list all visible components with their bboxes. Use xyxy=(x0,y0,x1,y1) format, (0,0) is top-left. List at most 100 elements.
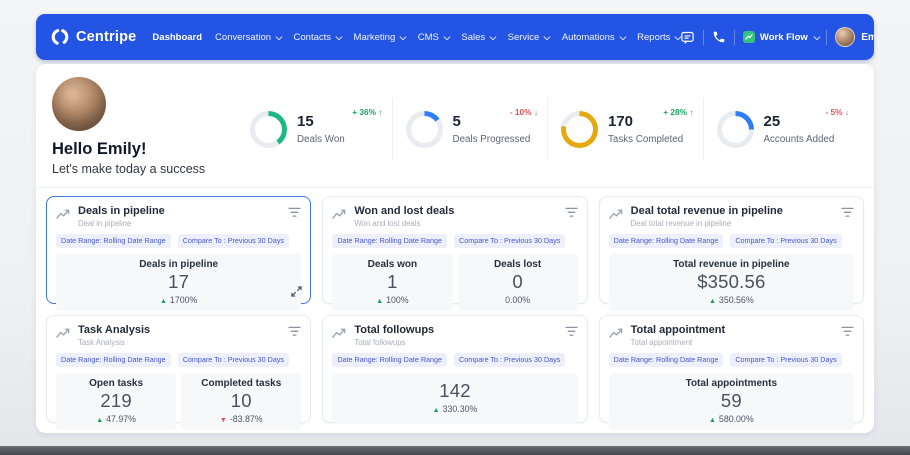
widget-subtitle: Task Analysis xyxy=(78,338,150,347)
metric-panel: Deals in pipeline 17 ▲1700% xyxy=(56,254,301,311)
stat-change: - 5% ↓ xyxy=(825,107,849,117)
chevron-down-icon xyxy=(276,33,282,39)
chat-icon[interactable] xyxy=(680,30,695,45)
filter-icon[interactable] xyxy=(288,326,301,337)
metric-label: Total appointments xyxy=(613,378,850,389)
nav-item-reports[interactable]: Reports xyxy=(637,32,680,43)
metric-change: ▲100% xyxy=(336,295,448,305)
trend-icon xyxy=(332,327,347,339)
stats-row: 15 Deals Won + 36% ↑ 5 Deals Progressed … xyxy=(237,81,858,177)
metric-change-text: -83.87% xyxy=(230,414,263,424)
nav-item-label: Reports xyxy=(637,32,670,43)
stat-card: 170 Tasks Completed + 28% ↑ xyxy=(547,98,703,160)
stat-label: Deals Won xyxy=(297,134,345,145)
filter-icon[interactable] xyxy=(841,326,854,337)
metric-change: ▲350.56% xyxy=(613,295,850,305)
stat-label: Deals Progressed xyxy=(453,134,531,145)
brand-name: Centripe xyxy=(76,29,136,45)
widget-subtitle: Deal total revenue in pipeline xyxy=(631,219,783,228)
widget-card[interactable]: Task Analysis Task Analysis Date Range: … xyxy=(46,315,311,423)
stat-text: 15 Deals Won xyxy=(297,113,345,145)
metric-value: 1 xyxy=(336,271,448,293)
metric-label: Total revenue in pipeline xyxy=(613,259,850,270)
compare-to-badge: Compare To : Previous 30 Days xyxy=(178,234,289,248)
nav-item-service[interactable]: Service xyxy=(508,32,549,43)
widget-titles: Won and lost deals Won and lost deals xyxy=(354,205,454,228)
nav-item-contacts[interactable]: Contacts xyxy=(294,32,341,43)
filter-icon[interactable] xyxy=(565,207,578,218)
workflow-menu[interactable]: Work Flow xyxy=(743,31,818,43)
metric-value: 142 xyxy=(336,380,573,402)
widget-body: Total appointments 59 ▲580.00% xyxy=(609,373,854,430)
widget-body: Total revenue in pipeline $350.56 ▲350.5… xyxy=(609,254,854,311)
trend-arrow-icon: ▲ xyxy=(160,298,167,305)
compare-to-badge: Compare To : Previous 30 Days xyxy=(454,234,565,248)
widget-card[interactable]: Won and lost deals Won and lost deals Da… xyxy=(322,196,587,304)
metric-change-text: 100% xyxy=(386,295,409,305)
widget-card[interactable]: Total appointment Total appointment Date… xyxy=(599,315,864,423)
metric-value: 219 xyxy=(60,390,172,412)
navbar-right: Work Flow Emily Johnson xyxy=(680,27,874,47)
widget-titles: Deal total revenue in pipeline Deal tota… xyxy=(631,205,783,228)
widgets-grid: Deals in pipeline Deal in pipeline Date … xyxy=(36,188,874,431)
expand-icon[interactable] xyxy=(291,286,302,297)
metric-label: Deals in pipeline xyxy=(60,259,297,270)
metric-value: 10 xyxy=(185,390,297,412)
stat-value: 25 xyxy=(764,113,835,130)
metric-change: ▲1700% xyxy=(60,295,297,305)
widget-card[interactable]: Total followups Total followups Date Ran… xyxy=(322,315,587,423)
widget-title: Won and lost deals xyxy=(354,205,454,217)
workflow-icon xyxy=(743,31,755,43)
phone-icon[interactable] xyxy=(712,30,726,44)
progress-ring xyxy=(717,111,754,148)
user-menu[interactable]: Emily Johnson xyxy=(835,27,874,47)
metric-label: Deals lost xyxy=(462,259,574,270)
metric-change: ▲47.97% xyxy=(60,414,172,424)
stat-label: Tasks Completed xyxy=(608,134,683,145)
nav-item-marketing[interactable]: Marketing xyxy=(354,32,405,43)
metric-change: ▲580.00% xyxy=(613,414,850,424)
centripe-logo-icon xyxy=(50,27,70,47)
widget-badges: Date Range: Rolling Date Range Compare T… xyxy=(332,234,577,248)
widget-badges: Date Range: Rolling Date Range Compare T… xyxy=(56,234,301,248)
top-navbar: Centripe Dashboard Conversation Contacts… xyxy=(36,14,874,60)
nav-item-label: Marketing xyxy=(354,32,396,43)
metric-change-text: 330.30% xyxy=(443,404,478,414)
filter-icon[interactable] xyxy=(565,326,578,337)
nav-item-conversation[interactable]: Conversation xyxy=(215,32,280,43)
widget-card[interactable]: Deals in pipeline Deal in pipeline Date … xyxy=(46,196,311,304)
brand-logo[interactable]: Centripe xyxy=(50,27,136,47)
compare-to-badge: Compare To : Previous 30 Days xyxy=(730,353,841,367)
filter-icon[interactable] xyxy=(288,207,301,218)
divider xyxy=(734,30,735,45)
widget-title: Deal total revenue in pipeline xyxy=(631,205,783,217)
metric-panel: Completed tasks 10 ▼-83.87% xyxy=(181,373,301,430)
metric-change-text: 350.56% xyxy=(719,295,754,305)
chevron-down-icon xyxy=(544,33,550,39)
nav-item-label: Conversation xyxy=(215,32,271,43)
nav-item-automations[interactable]: Automations xyxy=(562,32,624,43)
stat-label: Accounts Added xyxy=(764,134,835,145)
nav-item-sales[interactable]: Sales xyxy=(461,32,494,43)
metric-label: Deals won xyxy=(336,259,448,270)
nav-item-cms[interactable]: CMS xyxy=(418,32,449,43)
stat-card: 25 Accounts Added - 5% ↓ xyxy=(703,98,859,160)
widget-subtitle: Won and lost deals xyxy=(354,219,454,228)
avatar xyxy=(52,77,106,131)
chevron-down-icon xyxy=(400,33,406,39)
metric-panel: Deals lost 0 0.00% xyxy=(458,254,578,311)
widget-titles: Deals in pipeline Deal in pipeline xyxy=(78,205,165,228)
stat-value: 15 xyxy=(297,113,345,130)
widget-body: Deals won 1 ▲100% Deals lost 0 0.00% xyxy=(332,254,577,311)
filter-icon[interactable] xyxy=(841,207,854,218)
metric-label: Completed tasks xyxy=(185,378,297,389)
widget-card[interactable]: Deal total revenue in pipeline Deal tota… xyxy=(599,196,864,304)
widget-body: Open tasks 219 ▲47.97% Completed tasks 1… xyxy=(56,373,301,430)
trend-icon xyxy=(332,208,347,220)
date-range-badge: Date Range: Rolling Date Range xyxy=(609,353,724,367)
nav-item-dashboard[interactable]: Dashboard xyxy=(152,32,202,43)
metric-change-text: 0.00% xyxy=(505,295,530,305)
main-nav: Dashboard Conversation Contacts Marketin… xyxy=(152,32,679,43)
stat-text: 25 Accounts Added xyxy=(764,113,835,145)
widget-header: Total followups Total followups xyxy=(332,324,577,347)
